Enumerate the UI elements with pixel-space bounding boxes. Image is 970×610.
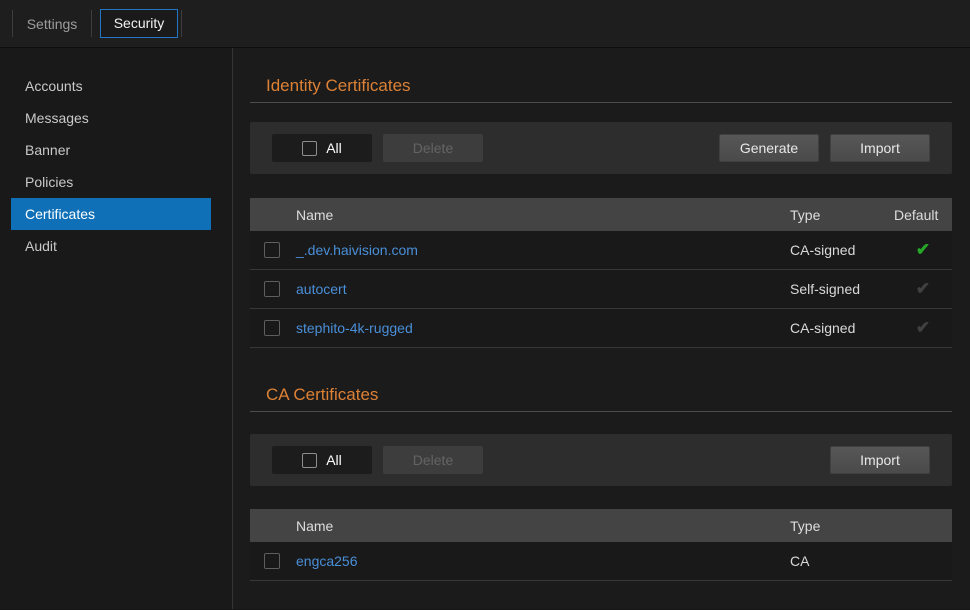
ca-certificates-title: CA Certificates: [266, 385, 952, 405]
certificate-type: CA: [790, 553, 952, 569]
certificates-panel: Identity Certificates All Delete Generat…: [233, 48, 970, 609]
certificate-type: CA-signed: [790, 242, 894, 258]
ca-certificates-table: Name Type engca256 CA: [250, 509, 952, 581]
tab-divider: [181, 10, 182, 37]
tab-security[interactable]: Security: [100, 9, 178, 38]
generate-button[interactable]: Generate: [719, 134, 819, 162]
identity-certificates-table: Name Type Default _.dev.haivision.com CA…: [250, 198, 952, 348]
delete-button[interactable]: Delete: [383, 446, 483, 474]
identity-toolbar: All Delete Generate Import: [250, 122, 952, 174]
table-row: autocert Self-signed ✔: [250, 270, 952, 309]
identity-certificates-title: Identity Certificates: [266, 76, 952, 96]
top-tab-bar: Settings Security: [0, 0, 970, 48]
sidebar-item-policies[interactable]: Policies: [11, 166, 211, 198]
row-checkbox[interactable]: [264, 242, 280, 258]
certificate-type: CA-signed: [790, 320, 894, 336]
sidebar-item-messages[interactable]: Messages: [11, 102, 211, 134]
column-header-default: Default: [894, 207, 952, 223]
certificate-name-link[interactable]: engca256: [296, 553, 790, 569]
table-row: engca256 CA: [250, 542, 952, 581]
section-divider: [250, 102, 952, 103]
select-all-button[interactable]: All: [272, 134, 372, 162]
certificate-name-link[interactable]: stephito-4k-rugged: [296, 320, 790, 336]
sidebar-item-banner[interactable]: Banner: [11, 134, 211, 166]
certificate-name-link[interactable]: autocert: [296, 281, 790, 297]
ca-toolbar: All Delete Import: [250, 434, 952, 486]
delete-button[interactable]: Delete: [383, 134, 483, 162]
table-header: Name Type: [250, 509, 952, 542]
table-row: stephito-4k-rugged CA-signed ✔: [250, 309, 952, 348]
select-all-checkbox[interactable]: [302, 453, 317, 468]
row-checkbox[interactable]: [264, 281, 280, 297]
tab-settings[interactable]: Settings: [13, 16, 91, 32]
default-check-icon[interactable]: ✔: [894, 240, 952, 260]
import-button[interactable]: Import: [830, 446, 930, 474]
select-all-label: All: [326, 140, 342, 156]
select-all-checkbox[interactable]: [302, 141, 317, 156]
select-all-label: All: [326, 452, 342, 468]
page-body: Accounts Messages Banner Policies Certif…: [0, 48, 970, 609]
row-checkbox[interactable]: [264, 553, 280, 569]
column-header-name: Name: [296, 518, 790, 534]
row-checkbox[interactable]: [264, 320, 280, 336]
select-all-button[interactable]: All: [272, 446, 372, 474]
default-check-icon[interactable]: ✔: [894, 318, 952, 338]
column-header-type: Type: [790, 518, 952, 534]
sidebar-item-certificates[interactable]: Certificates: [11, 198, 211, 230]
table-header: Name Type Default: [250, 198, 952, 231]
sidebar-item-accounts[interactable]: Accounts: [11, 70, 211, 102]
default-check-icon[interactable]: ✔: [894, 279, 952, 299]
column-header-type: Type: [790, 207, 894, 223]
sidebar-item-audit[interactable]: Audit: [11, 230, 211, 262]
tab-divider: [91, 10, 92, 37]
security-sidebar: Accounts Messages Banner Policies Certif…: [0, 48, 233, 609]
table-row: _.dev.haivision.com CA-signed ✔: [250, 231, 952, 270]
import-button[interactable]: Import: [830, 134, 930, 162]
certificate-type: Self-signed: [790, 281, 894, 297]
certificate-name-link[interactable]: _.dev.haivision.com: [296, 242, 790, 258]
section-divider: [250, 411, 952, 412]
column-header-name: Name: [296, 207, 790, 223]
